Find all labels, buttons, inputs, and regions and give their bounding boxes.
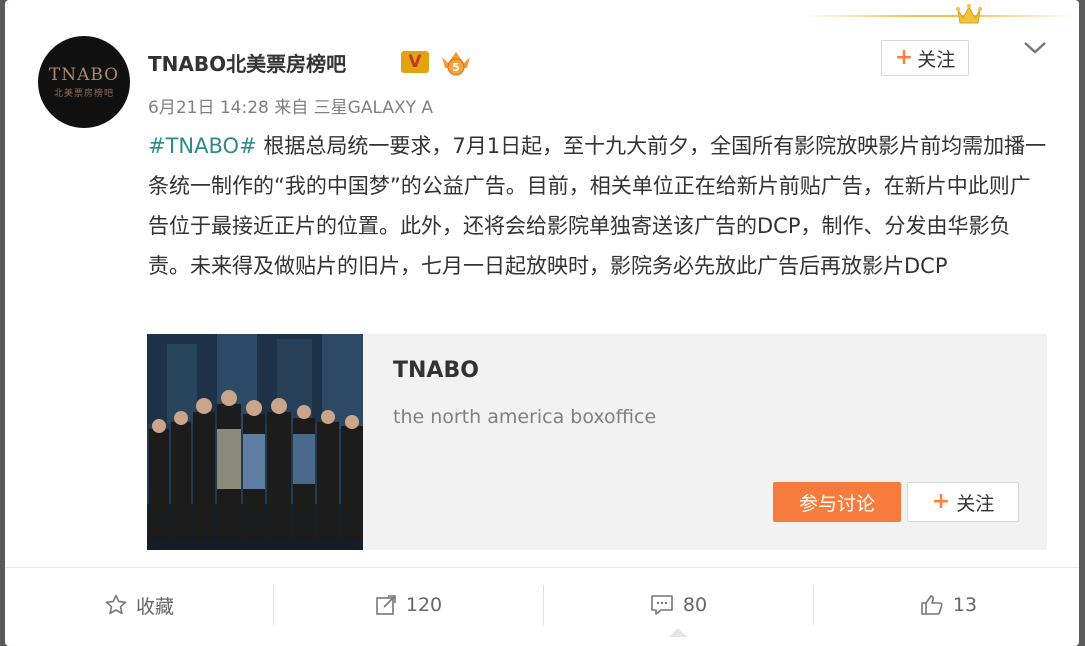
plus-icon: + (931, 489, 951, 514)
post-meta: 6月21日 14:28 来自 三星GALAXY A (148, 93, 433, 118)
favorite-label: 收藏 (135, 595, 174, 618)
verified-badge-icon[interactable]: V (401, 51, 429, 73)
favorite-button[interactable]: 收藏 (5, 568, 273, 642)
star-icon (105, 594, 127, 615)
post-source-link[interactable]: 三星GALAXY A (314, 98, 433, 118)
topic-follow-button[interactable]: + 关注 (907, 482, 1019, 522)
share-arrow-icon (376, 595, 396, 615)
chevron-down-icon[interactable] (1023, 38, 1047, 58)
post-date-link[interactable]: 6月21日 14:28 (148, 98, 269, 118)
post-source-prefix: 来自 (274, 98, 309, 118)
avatar[interactable]: TNABO 北美票房榜吧 (38, 36, 130, 128)
comment-pointer-arrow (669, 628, 687, 637)
post-body: #TNABO# 根据总局统一要求，7月1日起，至十九大前夕，全国所有影院放映影片… (148, 126, 1048, 286)
topic-title[interactable]: TNABO (393, 358, 479, 383)
comment-icon (651, 595, 673, 615)
username-link[interactable]: TNABO北美票房榜吧 (148, 48, 346, 77)
post-text: 根据总局统一要求，7月1日起，至十九大前夕，全国所有影院放映影片前均需加播一条统… (148, 134, 1047, 278)
plus-icon: + (894, 45, 914, 70)
like-button[interactable]: 13 (814, 568, 1079, 642)
like-count: 13 (952, 594, 978, 616)
crown-icon (956, 4, 982, 24)
topic-thumbnail-image[interactable] (147, 334, 363, 550)
repost-button[interactable]: 120 (274, 568, 542, 642)
hashtag-link[interactable]: #TNABO# (148, 134, 257, 158)
repost-count: 120 (405, 594, 443, 616)
shared-topic-card[interactable]: TNABO the north america boxoffice 参与讨论 +… (147, 334, 1047, 550)
vip-crown-icon[interactable]: 5 (439, 48, 473, 76)
avatar-logo-text: TNABO (48, 65, 120, 85)
topic-description: the north america boxoffice (393, 406, 657, 428)
join-discussion-button[interactable]: 参与讨论 (773, 482, 901, 522)
avatar-logo-subtext: 北美票房榜吧 (53, 89, 114, 99)
svg-text:5: 5 (452, 61, 460, 74)
top-decoration-line (805, 15, 1073, 17)
comment-count: 80 (682, 594, 708, 616)
thumbs-up-icon (921, 595, 943, 615)
follow-button[interactable]: + 关注 (881, 40, 969, 76)
weibo-post-card: TNABO 北美票房榜吧 TNABO北美票房榜吧 V 5 + 关注 6月21日 … (5, 0, 1079, 646)
topic-follow-label: 关注 (956, 492, 995, 515)
follow-button-label: 关注 (917, 48, 956, 71)
